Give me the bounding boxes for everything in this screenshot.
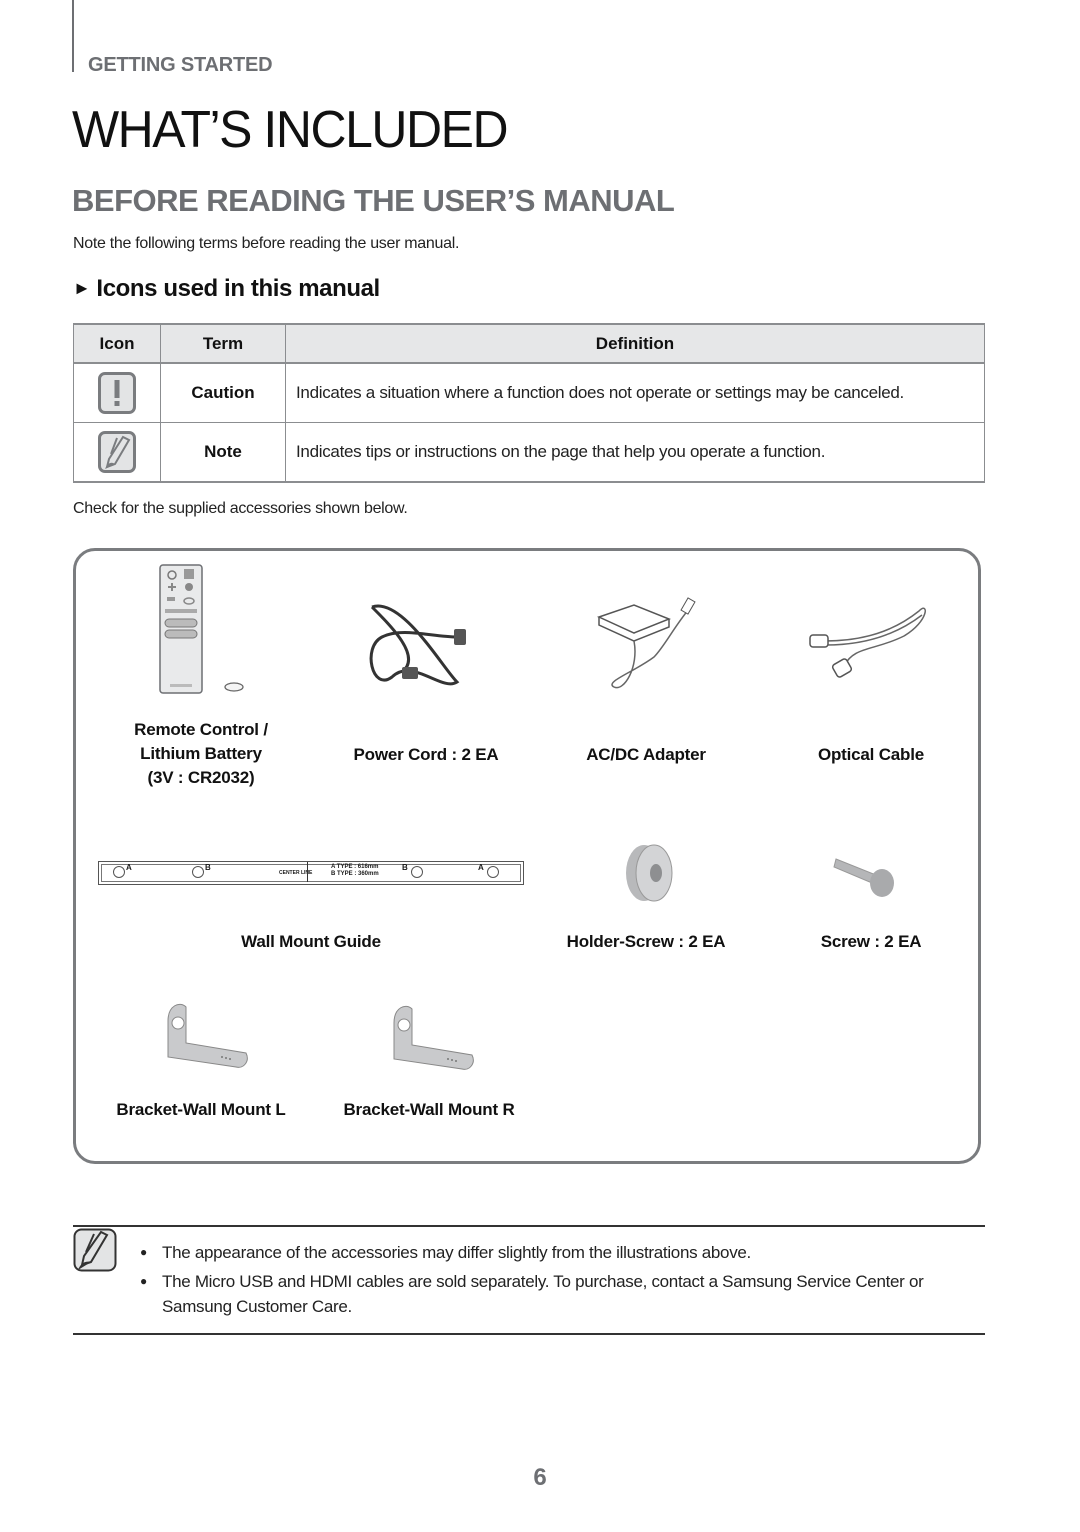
- item-label: AC/DC Adapter: [586, 745, 706, 764]
- table-row: Caution Indicates a situation where a fu…: [73, 362, 985, 423]
- note-icon: [73, 1228, 117, 1277]
- accessories-intro: Check for the supplied accessories shown…: [73, 500, 408, 517]
- section-label: GETTING STARTED: [88, 54, 273, 76]
- mount-hole-icon: [192, 866, 204, 878]
- mark-label: B: [205, 863, 211, 872]
- mark-label: A: [478, 863, 484, 872]
- optical-cable-illustration: [804, 601, 934, 696]
- screw-illustration: [832, 851, 902, 906]
- item-label: Holder-Screw : 2 EA: [566, 932, 726, 951]
- mark-label: A: [126, 863, 132, 872]
- page-title: WHAT’S INCLUDED: [72, 101, 509, 159]
- icons-heading: ► Icons used in this manual: [73, 275, 380, 303]
- note-rule-bottom: [73, 1333, 985, 1335]
- mount-hole-icon: [487, 866, 499, 878]
- note-rule-top: [73, 1225, 985, 1227]
- section-subtitle: BEFORE READING THE USER’S MANUAL: [72, 183, 675, 218]
- icons-table: Icon Term Definition Caution Indicates a…: [73, 323, 985, 483]
- item-label-line: Lithium Battery: [140, 744, 262, 763]
- bracket-right-illustration: [384, 1003, 480, 1080]
- power-cord-illustration: [362, 597, 472, 702]
- ac-dc-adapter-illustration: [594, 597, 704, 702]
- note-icon: [98, 431, 136, 473]
- item-label-line: Remote Control /: [134, 720, 268, 739]
- definition-cell: Indicates a situation where a function d…: [285, 362, 985, 423]
- caution-icon: [98, 372, 136, 414]
- holder-screw-illustration: [620, 841, 680, 908]
- table-header-row: Icon Term Definition: [73, 323, 985, 364]
- center-line: [307, 862, 308, 882]
- wall-mount-guide-illustration: A B CENTER LINE A TYPE : 616mm B TYPE : …: [98, 861, 524, 885]
- list-item: The appearance of the accessories may di…: [140, 1240, 985, 1265]
- mark-label: B: [402, 863, 408, 872]
- mount-hole-icon: [113, 866, 125, 878]
- definition-cell: Indicates tips or instructions on the pa…: [285, 422, 985, 483]
- term-cell: Note: [160, 422, 286, 483]
- accessories-box: Remote Control / Lithium Battery (3V : C…: [73, 548, 981, 1164]
- icon-cell: [73, 422, 161, 483]
- mount-hole-icon: [411, 866, 423, 878]
- item-label: Screw : 2 EA: [820, 932, 922, 951]
- table-row: Note Indicates tips or instructions on t…: [73, 422, 985, 483]
- item-label: Remote Control / Lithium Battery (3V : C…: [96, 718, 306, 790]
- list-item: The Micro USB and HDMI cables are sold s…: [140, 1269, 985, 1319]
- side-rule: [72, 0, 74, 72]
- term-cell: Caution: [160, 362, 286, 423]
- triangle-marker-icon: ►: [73, 278, 91, 298]
- page-number: 6: [533, 1464, 547, 1491]
- a-type-label: A TYPE : 616mm: [331, 864, 379, 870]
- item-label-line: (3V : CR2032): [147, 768, 255, 787]
- intro-text: Note the following terms before reading …: [73, 235, 460, 252]
- b-type-label: B TYPE : 360mm: [331, 871, 379, 877]
- item-label: Bracket-Wall Mount L: [116, 1100, 286, 1119]
- column-header-icon: Icon: [73, 323, 161, 364]
- icons-heading-text: Icons used in this manual: [96, 275, 380, 302]
- item-label: Power Cord : 2 EA: [353, 745, 499, 764]
- column-header-term: Term: [160, 323, 286, 364]
- item-label: Bracket-Wall Mount R: [343, 1100, 515, 1119]
- remote-control-battery-illustration: [158, 563, 258, 706]
- bracket-left-illustration: [158, 1001, 254, 1078]
- column-header-definition: Definition: [285, 323, 985, 364]
- note-list: The appearance of the accessories may di…: [140, 1240, 985, 1323]
- item-label: Optical Cable: [817, 745, 925, 764]
- icon-cell: [73, 362, 161, 423]
- item-label: Wall Mount Guide: [241, 932, 381, 951]
